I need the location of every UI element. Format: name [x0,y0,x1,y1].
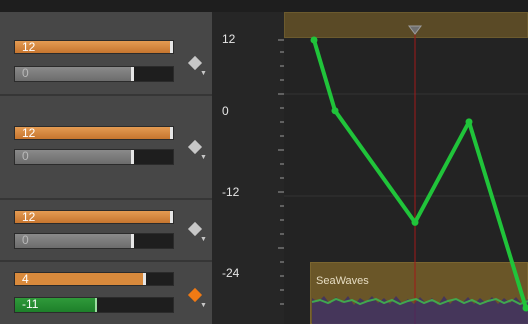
timeline-gridlines [284,93,528,197]
ruler-ticks [278,39,284,305]
envelope-keyframe[interactable] [331,107,339,115]
playhead-marker-icon[interactable] [408,25,422,35]
volume-envelope[interactable] [310,36,528,312]
envelope-keyframe[interactable] [310,36,318,44]
envelope-keyframe[interactable] [465,118,473,126]
envelope-keyframe[interactable] [411,218,419,226]
overlay-svg [278,25,528,324]
envelope-line[interactable] [312,38,528,310]
